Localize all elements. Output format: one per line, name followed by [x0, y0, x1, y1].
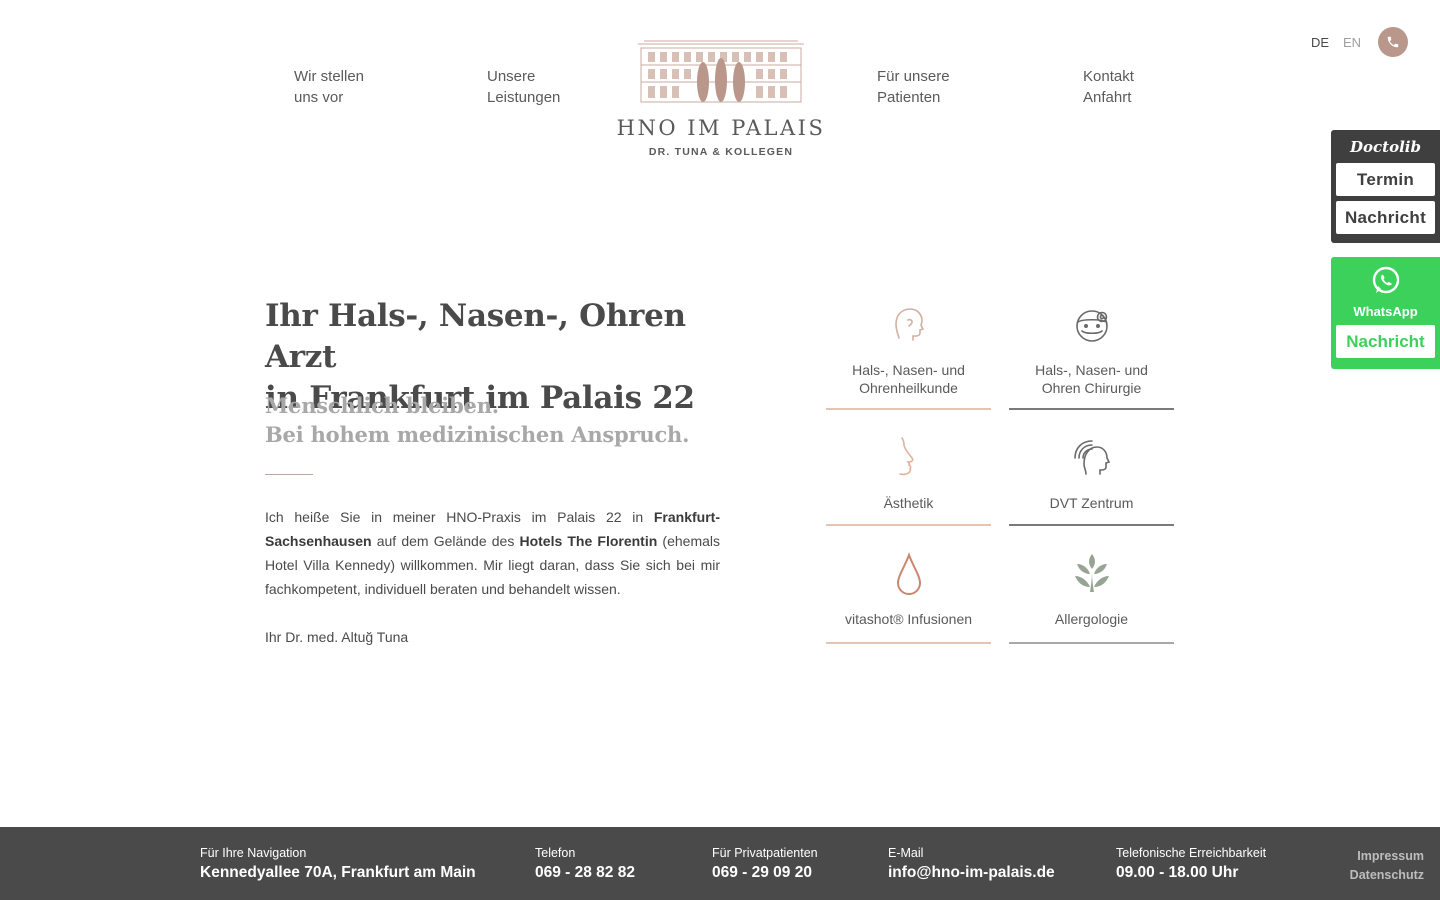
nav-label: Anfahrt [1083, 89, 1132, 106]
tile-label: Ohrenheilkunde [859, 380, 958, 396]
palais-building-icon [638, 40, 804, 103]
doctolib-logo: Doctolib [1350, 138, 1421, 156]
service-tile-allergologie[interactable]: Allergologie [1009, 552, 1174, 644]
footer-email-link[interactable]: info@hno-im-palais.de [888, 864, 1055, 882]
service-tile-chirurgie[interactable]: Hals-, Nasen- und Ohren Chirurgie [1009, 303, 1174, 410]
nav-label: Unsere [487, 68, 536, 85]
head-scan-icon [1073, 440, 1110, 475]
footer-label: Für Privatpatienten [712, 846, 818, 860]
tile-label: Hals-, Nasen- und [852, 362, 965, 378]
intro-paragraph: Ich heiße Sie in meiner HNO-Praxis im Pa… [265, 505, 720, 601]
doctolib-termin-button[interactable]: Termin [1336, 163, 1435, 196]
footer-label: Telefonische Erreichbarkeit [1116, 846, 1267, 860]
nav-label: Wir stellen [294, 68, 365, 85]
whatsapp-widget: WhatsApp Nachricht [1331, 257, 1440, 369]
nav-unsere-leistungen[interactable]: Unsere Leistungen [487, 66, 560, 108]
plant-icon [1074, 554, 1109, 592]
head-profile-icon [894, 308, 924, 341]
footer-phone-link[interactable]: 069 - 28 82 82 [535, 864, 635, 882]
nav-label: Für unsere [877, 68, 950, 85]
short-divider [265, 474, 313, 475]
logo-title: HNO IM PALAIS [616, 116, 826, 140]
signature: Ihr Dr. med. Altuğ Tuna [265, 629, 409, 645]
footer-legal-links: Impressum Datenschutz [1350, 847, 1424, 885]
site-logo[interactable]: HNO IM PALAIS DR. TUNA & KOLLEGEN [612, 40, 830, 158]
footer-address: Für Ihre Navigation Kennedyallee 70A, Fr… [200, 846, 476, 882]
phone-button[interactable] [1378, 27, 1408, 57]
subline-line: Bei hohem medizinischen Anspruch. [265, 422, 690, 447]
nav-label: Kontakt [1083, 68, 1134, 85]
lang-de-link[interactable]: DE [1311, 35, 1329, 50]
footer: Für Ihre Navigation Kennedyallee 70A, Fr… [0, 827, 1440, 900]
nav-label: Patienten [877, 89, 941, 106]
footer-hours-value: 09.00 - 18.00 Uhr [1116, 864, 1239, 881]
intro-text: Ich heiße Sie in meiner HNO-Praxis im Pa… [265, 509, 654, 525]
tile-label: Ästhetik [883, 495, 934, 511]
whatsapp-icon [1372, 266, 1399, 294]
footer-label: E-Mail [888, 846, 924, 860]
page-subline: Menschlich bleiben. Bei hohem medizinisc… [265, 391, 745, 449]
doctolib-nachricht-button[interactable]: Nachricht [1336, 201, 1435, 234]
footer-email: E-Mail info@hno-im-palais.de [888, 846, 1055, 882]
tile-label: vitashot® Infusionen [844, 611, 973, 627]
footer-label: Für Ihre Navigation [200, 846, 307, 860]
tile-label: DVT Zentrum [1049, 495, 1134, 511]
intro-text: auf dem Gelände des [371, 533, 520, 549]
nose-profile-icon [898, 437, 913, 476]
logo-subtitle: DR. TUNA & KOLLEGEN [648, 146, 794, 158]
service-tile-aesthetik[interactable]: Ästhetik [826, 436, 991, 526]
datenschutz-link[interactable]: Datenschutz [1350, 866, 1424, 885]
nav-kontakt-anfahrt[interactable]: Kontakt Anfahrt [1083, 66, 1134, 108]
lang-en-link[interactable]: EN [1343, 35, 1361, 50]
footer-label: Telefon [535, 846, 576, 860]
service-tile-hno[interactable]: Hals-, Nasen- und Ohrenheilkunde [826, 303, 991, 410]
footer-hours: Telefonische Erreichbarkeit 09.00 - 18.0… [1116, 846, 1266, 882]
nav-fuer-unsere-patienten[interactable]: Für unsere Patienten [877, 66, 950, 108]
whatsapp-nachricht-button[interactable]: Nachricht [1336, 325, 1435, 358]
doctolib-widget: Doctolib Termin Nachricht [1331, 130, 1440, 243]
footer-private-phone: Für Privatpatienten 069 - 29 09 20 [712, 846, 818, 882]
surgeon-icon [1075, 310, 1108, 342]
service-tile-dvt[interactable]: DVT Zentrum [1009, 436, 1174, 526]
nav-label: uns vor [294, 89, 344, 106]
nav-wir-stellen-uns-vor[interactable]: Wir stellen uns vor [294, 66, 364, 108]
headline-line: Ihr Hals-, Nasen-, Ohren Arzt [265, 298, 686, 375]
whatsapp-label: WhatsApp [1353, 304, 1418, 319]
tile-label: Hals-, Nasen- und [1035, 362, 1148, 378]
intro-bold-hotel: Hotels The Florentin [519, 533, 658, 549]
subline-line: Menschlich bleiben. [265, 393, 499, 418]
service-tile-vitashot[interactable]: vitashot® Infusionen [826, 552, 991, 644]
tile-label: Ohren Chirurgie [1041, 380, 1142, 396]
tile-label: Allergologie [1054, 611, 1129, 627]
footer-private-phone-link[interactable]: 069 - 29 09 20 [712, 864, 818, 882]
phone-icon [1387, 36, 1399, 48]
drop-icon [896, 552, 921, 595]
nav-label: Leistungen [487, 89, 561, 106]
footer-phone: Telefon 069 - 28 82 82 [535, 846, 635, 882]
impressum-link[interactable]: Impressum [1350, 847, 1424, 866]
footer-address-link[interactable]: Kennedyallee 70A, Frankfurt am Main [200, 864, 476, 882]
